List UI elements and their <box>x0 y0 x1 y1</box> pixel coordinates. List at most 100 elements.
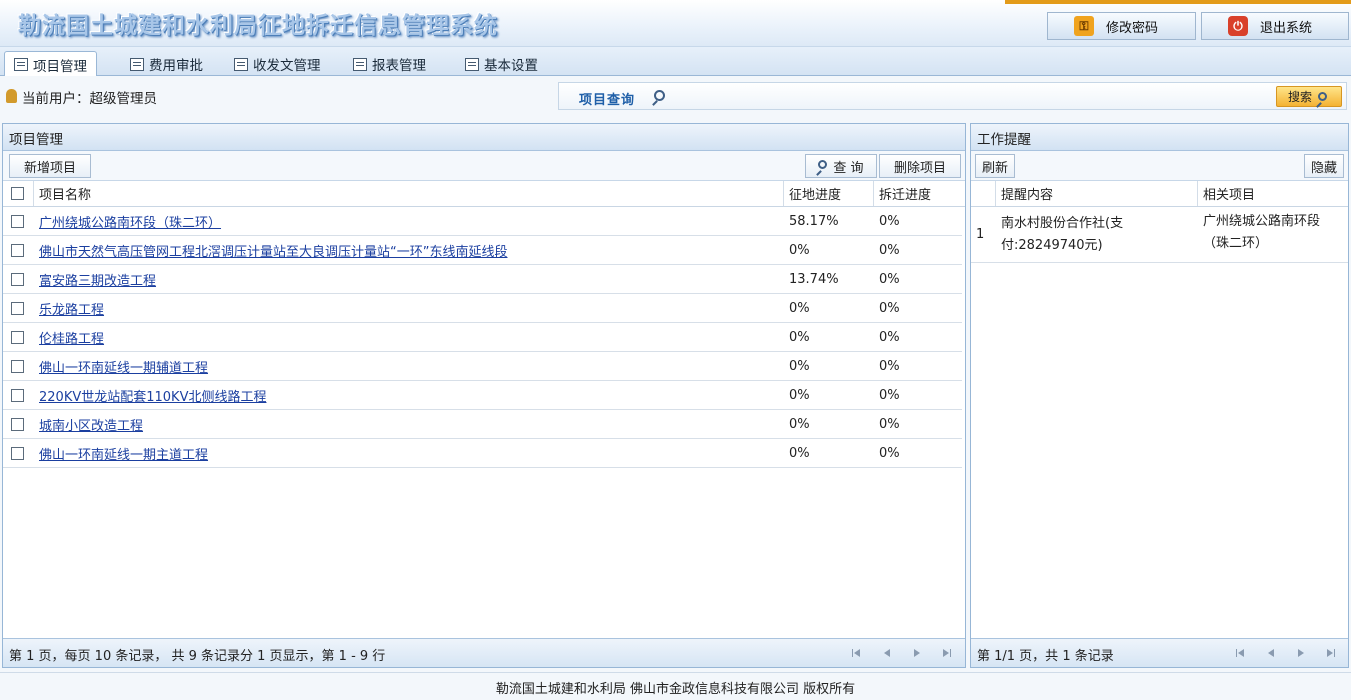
change-password-button[interactable]: ⚿ 修改密码 <box>1047 12 1196 40</box>
row-checkbox[interactable] <box>11 214 24 228</box>
power-icon: ⏻ <box>1228 16 1248 36</box>
project-link[interactable]: 220KV世龙站配套110KV北侧线路工程 <box>39 386 266 405</box>
related-project-line: 广州绕城公路南环段 <box>1203 214 1321 229</box>
reminder-content-line: 付:28249740元) <box>1001 238 1103 253</box>
logout-button[interactable]: ⏻ 退出系统 <box>1201 12 1349 40</box>
row-checkbox[interactable] <box>11 243 24 257</box>
demolition-progress: 0% <box>879 416 900 432</box>
land-progress: 13.74% <box>789 271 839 287</box>
footer: 勒流国土城建和水利局 佛山市金政信息科技有限公司 版权所有 <box>0 672 1351 700</box>
tab-expense-approval[interactable]: 费用审批 <box>130 51 203 77</box>
tab-label: 收发文管理 <box>253 58 321 74</box>
next-page-icon[interactable] <box>1295 647 1307 659</box>
row-checkbox[interactable] <box>11 272 24 286</box>
table-row: 城南小区改造工程 0% 0% <box>3 410 962 439</box>
table-row: 220KV世龙站配套110KV北侧线路工程 0% 0% <box>3 381 962 410</box>
tab-report-management[interactable]: 报表管理 <box>353 51 426 77</box>
demolition-progress: 0% <box>879 445 900 461</box>
column-header-content: 提醒内容 <box>1001 188 1054 203</box>
tab-label: 项目管理 <box>33 58 87 75</box>
add-project-button[interactable]: 新增项目 <box>9 154 91 178</box>
reminder-table-header: 提醒内容 相关项目 <box>971 181 1348 207</box>
delete-project-button[interactable]: 删除项目 <box>879 154 961 178</box>
column-header-name: 项目名称 <box>39 188 92 203</box>
land-progress: 0% <box>789 300 810 316</box>
current-user: 当前用户：超级管理员 <box>22 91 157 107</box>
project-link[interactable]: 佛山市天然气高压管网工程北滘调压计量站至大良调压计量站“一环”东线南延线段 <box>39 241 507 260</box>
tab-basic-settings[interactable]: 基本设置 <box>465 51 538 77</box>
demolition-progress: 0% <box>879 358 900 374</box>
header-accent-line <box>1005 0 1351 4</box>
row-checkbox[interactable] <box>11 359 24 373</box>
related-project-line: （珠二环） <box>1203 236 1269 251</box>
logout-label: 退出系统 <box>1260 20 1313 36</box>
panel-title: 工作提醒 <box>971 124 1348 151</box>
table-row: 佛山一环南延线一期辅道工程 0% 0% <box>3 352 962 381</box>
row-checkbox[interactable] <box>11 446 24 460</box>
query-button[interactable]: 查 询 <box>805 154 877 178</box>
tab-document-management[interactable]: 收发文管理 <box>234 51 321 77</box>
row-checkbox[interactable] <box>11 417 24 431</box>
app-title: 勒流国土城建和水利局征地拆迁信息管理系统 <box>18 13 498 39</box>
tab-project-management[interactable]: 项目管理 <box>4 51 97 77</box>
magnifier-icon <box>818 159 828 169</box>
project-link[interactable]: 伦桂路工程 <box>39 328 104 347</box>
project-table-body: 广州绕城公路南环段（珠二环） 58.17% 0% 佛山市天然气高压管网工程北滘调… <box>3 207 965 468</box>
tab-label: 报表管理 <box>372 58 426 74</box>
table-row: 乐龙路工程 0% 0% <box>3 294 962 323</box>
demolition-progress: 0% <box>879 271 900 287</box>
select-all-checkbox[interactable] <box>11 187 24 200</box>
project-table-header: 项目名称 征地进度 拆迁进度 <box>3 181 965 207</box>
column-header-land-progress: 征地进度 <box>789 188 842 203</box>
column-header-demolition-progress: 拆迁进度 <box>879 188 932 203</box>
row-checkbox[interactable] <box>11 301 24 315</box>
reminder-pager: 第 1/1 页，共 1 条记录 <box>971 638 1348 667</box>
demolition-progress: 0% <box>879 213 900 229</box>
row-checkbox[interactable] <box>11 388 24 402</box>
search-button[interactable]: 搜索 <box>1276 86 1342 107</box>
magnifier-icon[interactable] <box>654 90 665 101</box>
demolition-progress: 0% <box>879 387 900 403</box>
project-pager: 第 1 页，每页 10 条记录， 共 9 条记录分 1 页显示，第 1 - 9 … <box>3 638 965 667</box>
next-page-icon[interactable] <box>911 647 923 659</box>
table-row: 广州绕城公路南环段（珠二环） 58.17% 0% <box>3 207 962 236</box>
search-label: 项目查询 <box>579 93 636 108</box>
first-page-icon[interactable] <box>851 647 863 659</box>
refresh-button[interactable]: 刷新 <box>975 154 1015 178</box>
demolition-progress: 0% <box>879 242 900 258</box>
prev-page-icon[interactable] <box>1265 647 1277 659</box>
hide-button[interactable]: 隐藏 <box>1304 154 1344 178</box>
edit-icon <box>353 57 367 71</box>
reminder-toolbar: 刷新 隐藏 <box>971 151 1348 181</box>
prev-page-icon[interactable] <box>881 647 893 659</box>
row-checkbox[interactable] <box>11 330 24 344</box>
query-button-label: 查 询 <box>833 160 864 176</box>
search-button-label: 搜索 <box>1288 90 1313 104</box>
last-page-icon[interactable] <box>940 647 952 659</box>
window-icon <box>465 57 479 71</box>
tab-label: 基本设置 <box>484 58 538 74</box>
app-header: 勒流国土城建和水利局征地拆迁信息管理系统 ⚿ 修改密码 ⏻ 退出系统 <box>0 0 1351 46</box>
key-icon: ⚿ <box>1074 16 1094 36</box>
pager-status: 第 1 页，每页 10 条记录， 共 9 条记录分 1 页显示，第 1 - 9 … <box>9 649 386 664</box>
land-progress: 0% <box>789 387 810 403</box>
project-link[interactable]: 城南小区改造工程 <box>39 415 143 434</box>
copyright-text: 勒流国土城建和水利局 佛山市金政信息科技有限公司 版权所有 <box>495 682 856 697</box>
table-row: 富安路三期改造工程 13.74% 0% <box>3 265 962 294</box>
tab-label: 费用审批 <box>149 58 203 74</box>
project-link[interactable]: 佛山一环南延线一期辅道工程 <box>39 357 208 376</box>
last-page-icon[interactable] <box>1324 647 1336 659</box>
panel-title: 项目管理 <box>3 124 965 151</box>
calculator-icon <box>130 57 144 71</box>
magnifier-icon <box>1318 92 1328 101</box>
column-header-related-project: 相关项目 <box>1203 188 1256 203</box>
project-link[interactable]: 广州绕城公路南环段（珠二环） <box>39 212 221 231</box>
project-link[interactable]: 乐龙路工程 <box>39 299 104 318</box>
edit-icon <box>234 57 248 71</box>
project-link[interactable]: 佛山一环南延线一期主道工程 <box>39 444 208 463</box>
first-page-icon[interactable] <box>1235 647 1247 659</box>
project-link[interactable]: 富安路三期改造工程 <box>39 270 156 289</box>
change-password-label: 修改密码 <box>1106 20 1159 36</box>
demolition-progress: 0% <box>879 300 900 316</box>
table-row: 佛山一环南延线一期主道工程 0% 0% <box>3 439 962 468</box>
